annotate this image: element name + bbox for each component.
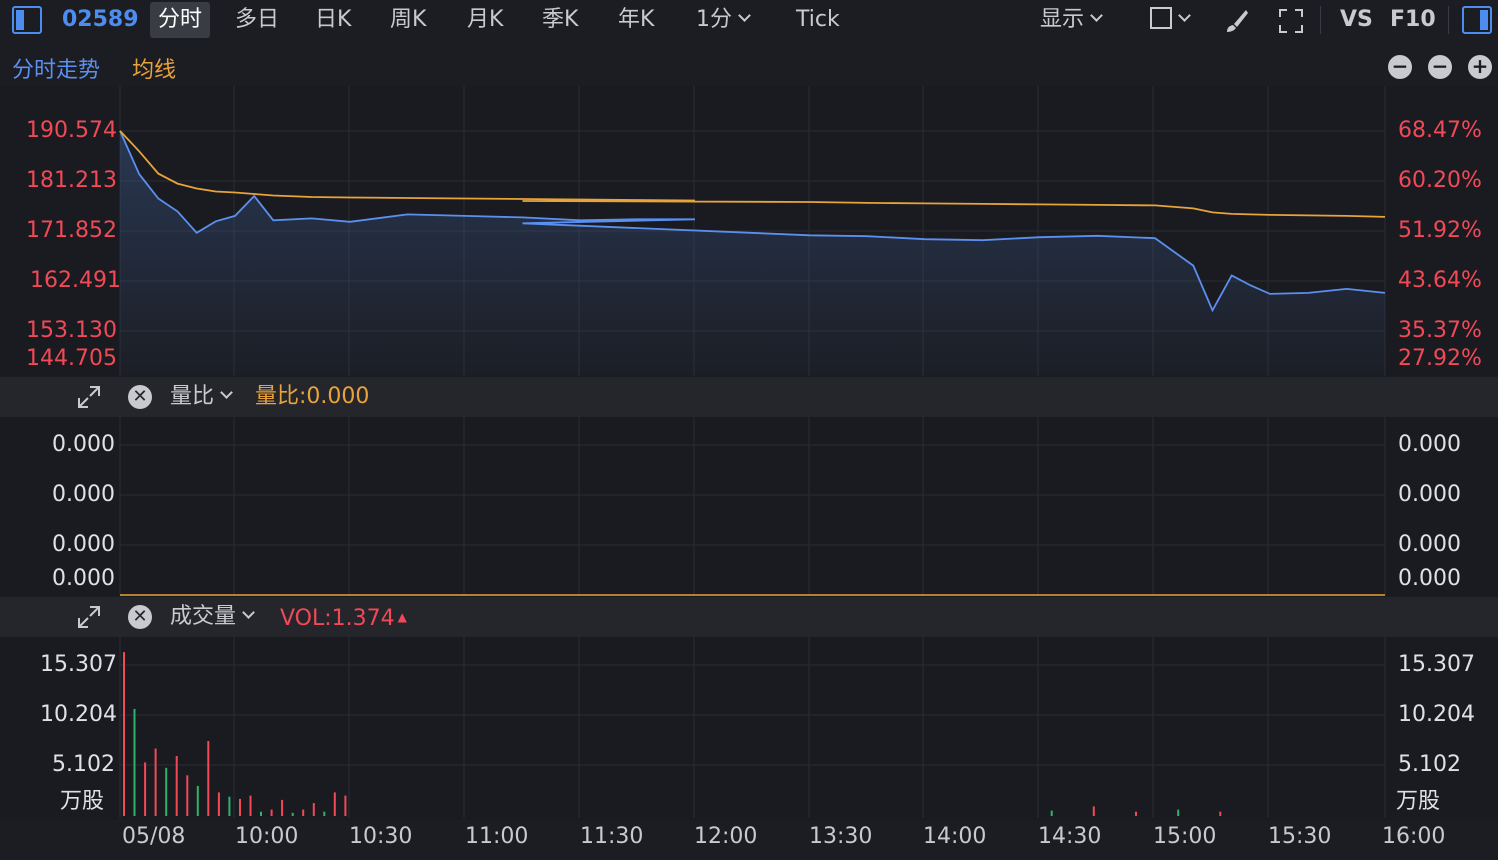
price-label: 181.213 — [26, 168, 117, 193]
ratio-label: 0.000 — [1398, 432, 1461, 457]
price-label: 171.852 — [26, 218, 117, 243]
chart-canvas — [119, 86, 1386, 818]
price-label: 153.130 — [26, 318, 117, 343]
volume-label: 10.204 — [40, 702, 117, 727]
x-label: 14:30 — [1038, 824, 1102, 849]
volume-label: 15.307 — [1398, 652, 1475, 677]
x-label: 14:00 — [923, 824, 987, 849]
pct-label: 51.92% — [1398, 218, 1482, 243]
volume-bar — [133, 708, 136, 816]
volume-bar — [302, 809, 305, 816]
volume-bar — [312, 803, 315, 816]
ratio-label: 0.000 — [52, 482, 115, 507]
ratio-label: 0.000 — [52, 532, 115, 557]
x-label: 10:30 — [349, 824, 413, 849]
ratio-label: 0.000 — [1398, 566, 1461, 591]
avg-line — [119, 130, 1386, 218]
volume-bar — [217, 792, 220, 816]
volume-bar — [228, 796, 231, 816]
x-label: 16:00 — [1382, 824, 1446, 849]
volume-bar — [154, 748, 157, 816]
volume-bar — [260, 811, 262, 816]
volume-label: 5.102 — [52, 752, 115, 777]
volume-bar — [175, 756, 178, 816]
volume-unit: 万股 — [1396, 789, 1441, 814]
volume-bar — [196, 786, 199, 816]
ratio-label: 0.000 — [52, 566, 115, 591]
volume-bar — [270, 809, 273, 816]
volume-bar — [333, 792, 336, 816]
volume-bar — [165, 767, 168, 816]
price-label: 144.705 — [26, 346, 117, 371]
volume-bar — [1135, 811, 1137, 816]
volume-bar — [144, 762, 147, 816]
x-label: 13:30 — [809, 824, 873, 849]
volume-bar — [1177, 809, 1180, 816]
x-label: 11:00 — [465, 824, 529, 849]
pct-label: 60.20% — [1398, 168, 1482, 193]
x-label: 10:00 — [235, 824, 299, 849]
volume-bar — [281, 799, 284, 816]
price-area — [120, 130, 1385, 376]
volume-bar — [1092, 806, 1095, 816]
volume-label: 10.204 — [1398, 702, 1475, 727]
volume-label: 15.307 — [40, 652, 117, 677]
x-label: 05/08 — [122, 824, 186, 849]
pct-label: 68.47% — [1398, 118, 1482, 143]
volume-bar — [1219, 811, 1222, 816]
volume-bar — [344, 795, 347, 816]
x-label: 15:30 — [1268, 824, 1332, 849]
volume-unit: 万股 — [60, 789, 105, 814]
pct-label: 35.37% — [1398, 318, 1482, 343]
volume-bar — [1050, 810, 1053, 816]
volume-bar — [249, 795, 252, 816]
ratio-label: 0.000 — [1398, 532, 1461, 557]
x-label: 15:00 — [1153, 824, 1217, 849]
price-label: 190.574 — [26, 118, 117, 143]
volume-bar — [291, 812, 294, 816]
x-label: 12:00 — [694, 824, 758, 849]
volume-bar — [123, 652, 125, 816]
volume-bar — [207, 741, 210, 816]
volume-label: 5.102 — [1398, 752, 1461, 777]
pct-label: 27.92% — [1398, 346, 1482, 371]
price-label: 162.491 — [30, 268, 121, 293]
volume-bar — [186, 775, 189, 816]
pct-label: 43.64% — [1398, 268, 1482, 293]
volume-bar — [323, 811, 326, 816]
ratio-label: 0.000 — [52, 432, 115, 457]
ratio-label: 0.000 — [1398, 482, 1461, 507]
x-label: 11:30 — [580, 824, 644, 849]
volume-bar — [239, 798, 241, 816]
